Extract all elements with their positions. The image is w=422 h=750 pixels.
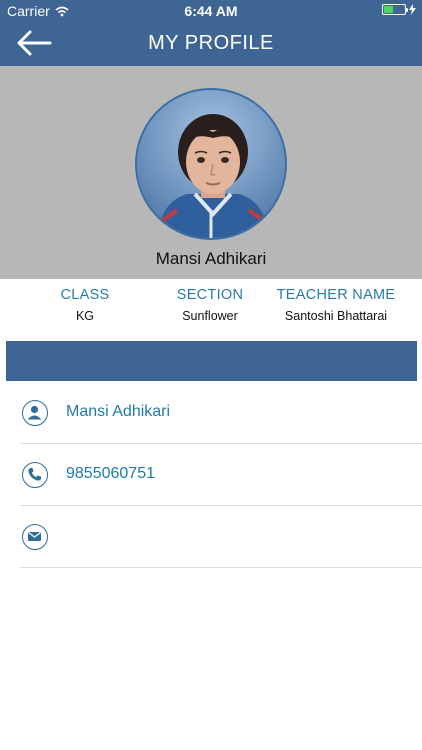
phone-icon [22,462,48,488]
status-time: 6:44 AM [184,3,238,19]
class-info: CLASS KG [40,287,130,323]
detail-row-name: Mansi Adhikari [20,382,422,444]
page-title: MY PROFILE [148,32,274,54]
teacher-label: TEACHER NAME [276,287,396,303]
detail-row-email [20,506,422,568]
teacher-info: TEACHER NAME Santoshi Bhattarai [268,287,404,323]
status-bar: Carrier 6:44 AM [0,0,422,22]
student-info: CLASS KG SECTION Sunflower TEACHER NAME … [0,279,422,341]
profile-photo [137,90,285,238]
detail-name: Mansi Adhikari [66,403,171,420]
battery-icon [382,4,408,15]
section-value: Sunflower [182,309,238,323]
profile-name: Mansi Adhikari [155,249,267,268]
mail-icon [22,524,48,550]
teacher-value: Santoshi Bhattarai [284,309,388,323]
class-label: CLASS [60,287,110,303]
charging-bolt-icon [409,4,416,15]
class-value: KG [75,309,95,323]
profile-header: Mansi Adhikari [0,66,422,279]
navigation-bar: MY PROFILE [0,22,422,66]
person-icon [22,400,48,426]
battery-indicator [382,4,416,15]
avatar [135,88,287,240]
section-info: SECTION Sunflower [160,287,260,323]
section-label: SECTION [176,287,244,303]
detail-row-phone: 9855060751 [20,444,422,506]
detail-phone[interactable]: 9855060751 [66,465,155,483]
section-divider-bar [6,341,417,381]
